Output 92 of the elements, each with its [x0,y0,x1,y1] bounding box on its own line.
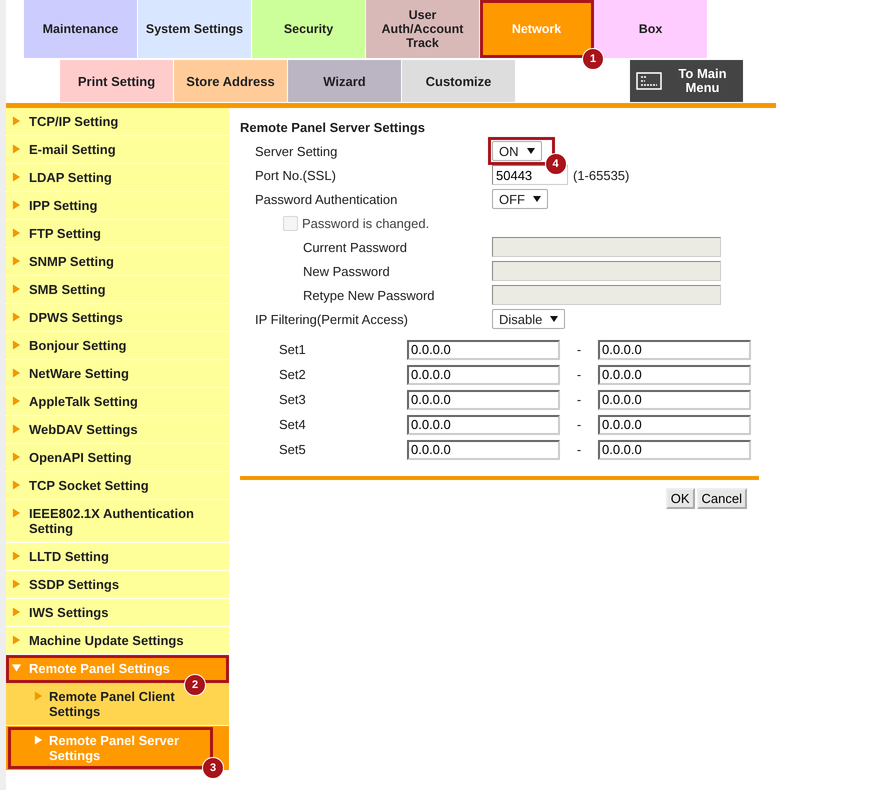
sidebar-item[interactable]: IWS Settings [6,599,229,627]
set-label: Set3 [278,392,307,407]
field-label: Server Setting [254,144,338,158]
caret-right-icon [12,452,21,462]
nav-tab[interactable]: User Auth/Account Track [366,0,480,58]
sidebar-item[interactable]: TCP Socket Setting [6,472,229,500]
caret-right-icon [34,735,43,745]
sidebar-item[interactable]: AppleTalk Setting [6,388,229,416]
field-label: New Password [302,264,391,278]
caret-down-icon [533,196,541,202]
sidebar-item[interactable]: DPWS Settings [6,304,229,332]
ip-field[interactable]: 0.0.0.0 [407,414,560,434]
caret-right-icon [12,284,21,294]
ip-field[interactable]: 0.0.0.0 [598,414,751,434]
field-label: Port No.(SSL) [254,168,337,182]
ip-field[interactable]: 0.0.0.0 [407,364,560,384]
field-label: Retype New Password [302,288,436,302]
dropdown[interactable]: OFF [492,189,548,209]
nav-tab[interactable]: Security [252,0,366,58]
callout-badge: 3 [202,757,224,779]
cancel-button[interactable]: Cancel [696,488,747,509]
sidebar-item[interactable]: NetWare Setting [6,360,229,388]
section-title: Remote Panel Server Settings [240,120,426,135]
sidebar-item[interactable]: SMB Setting [6,276,229,304]
ip-field[interactable]: 0.0.0.0 [598,440,751,460]
sidebar-item[interactable]: LLTD Setting [6,543,229,571]
ip-field[interactable]: 0.0.0.0 [598,364,751,384]
sidebar-item[interactable]: FTP Setting [6,220,229,248]
sidebar-item[interactable]: Machine Update Settings [6,627,229,655]
ip-field[interactable]: 0.0.0.0 [598,340,751,360]
caret-right-icon [12,200,21,210]
caret-right-icon [12,551,21,561]
caret-right-icon [12,144,21,154]
ok-button[interactable]: OK [666,488,695,509]
sub-tab[interactable]: Wizard [288,60,402,102]
caret-right-icon [12,116,21,126]
caret-down-icon [550,316,558,322]
sub-tab[interactable]: Print Setting [60,60,174,102]
sidebar-item[interactable]: LDAP Setting [6,164,229,192]
set-label: Set1 [278,342,307,357]
ip-field[interactable]: 0.0.0.0 [598,390,751,410]
sidebar-item[interactable]: TCP/IP Setting [6,108,229,136]
caret-down-icon [12,663,21,673]
caret-right-icon [12,340,21,350]
ip-field[interactable]: 0.0.0.0 [407,440,560,460]
sidebar-item[interactable]: WebDAV Settings [6,416,229,444]
sidebar-item[interactable]: IPP Setting [6,192,229,220]
field-label: Password Authentication [254,192,398,206]
field-label: IP Filtering(Permit Access) [254,312,409,326]
sidebar-item[interactable]: SSDP Settings [6,571,229,599]
sidebar-item[interactable]: SNMP Setting [6,248,229,276]
sidebar-item[interactable]: OpenAPI Setting [6,444,229,472]
ip-field[interactable]: 0.0.0.0 [407,340,560,360]
caret-right-icon [34,691,43,701]
caret-right-icon [12,312,21,322]
caret-right-icon [12,228,21,238]
dropdown[interactable]: Disable [492,309,566,329]
range-dash: - [576,417,582,432]
callout-badge: 4 [544,153,566,175]
caret-right-icon [12,480,21,490]
nav-tab[interactable]: Maintenance [24,0,138,58]
field-label: Current Password [302,240,408,254]
screen-icon [636,71,662,91]
range-dash: - [576,342,582,357]
caret-right-icon [12,256,21,266]
caret-right-icon [12,424,21,434]
caret-right-icon [12,579,21,589]
range-hint: (1-65535) [573,168,630,182]
caret-right-icon [12,635,21,645]
set-label: Set2 [278,367,307,382]
nav-tab[interactable]: System Settings [138,0,252,58]
caret-right-icon [12,368,21,378]
nav-tab[interactable]: Box [594,0,708,58]
sidebar-item[interactable]: Bonjour Setting [6,332,229,360]
dropdown[interactable]: ON [492,141,542,161]
caret-right-icon [12,607,21,617]
caret-right-icon [12,172,21,182]
caret-down-icon [526,148,534,154]
caret-right-icon [12,508,21,518]
sub-tab[interactable]: Store Address [174,60,288,102]
caret-right-icon [12,396,21,406]
set-label: Set5 [278,442,307,457]
range-dash: - [576,367,582,382]
range-dash: - [576,442,582,457]
set-label: Set4 [278,417,307,432]
main-menu-button[interactable]: To Main Menu [630,60,743,102]
range-dash: - [576,392,582,407]
checkbox-label: Password is changed. [302,216,430,230]
sidebar-item[interactable]: IEEE802.1X Authentication Setting [6,500,229,543]
ip-field[interactable]: 0.0.0.0 [407,390,560,410]
sidebar-item[interactable]: E-mail Setting [6,136,229,164]
sub-tab[interactable]: Customize [402,60,516,102]
